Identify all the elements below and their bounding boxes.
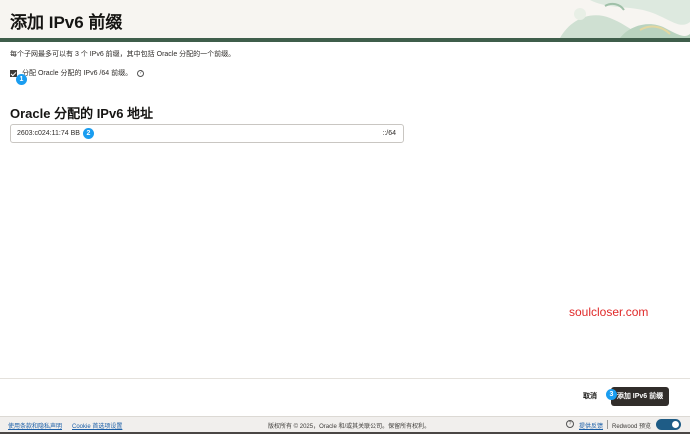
footer-help-icon[interactable]: ? (566, 420, 574, 428)
add-ipv6-prefix-button[interactable]: 添加 IPv6 前缀 (611, 387, 669, 406)
section-title: Oracle 分配的 IPv6 地址 (10, 106, 154, 121)
cancel-button[interactable]: 取消 (575, 390, 605, 404)
assign-oracle-prefix-label: 分配 Oracle 分配的 IPv6 /64 前缀。 (22, 70, 133, 77)
footer-separator (607, 420, 608, 429)
ipv6-address-value: 2603:c024:11:74 BB (17, 130, 80, 137)
step-badge-3: 3 (606, 389, 617, 400)
cookie-preferences-link[interactable]: Cookie 首选项设置 (72, 421, 122, 430)
step-badge-1: 1 (16, 74, 27, 85)
decorative-header-art (560, 0, 690, 38)
watermark-text: soulcloser.com (569, 305, 649, 319)
redwood-preview-toggle[interactable] (656, 419, 681, 430)
redwood-preview-label: Redwood 预览 (612, 424, 652, 430)
footer-bar: 使用条款和隐私声明 Cookie 首选项设置 版权所有 © 2025，Oracl… (0, 416, 690, 432)
page-title: 添加 IPv6 前缀 (10, 13, 123, 32)
step-badge-2: 2 (83, 128, 94, 139)
feedback-link[interactable]: 提供反馈 (579, 421, 603, 430)
ipv6-address-suffix: ::/64 (382, 130, 396, 137)
prefix-description: 每个子网最多可以有 3 个 IPv6 前缀，其中包括 Oracle 分配的一个前… (10, 51, 236, 58)
ipv6-address-input[interactable]: 2603:c024:11:74 BB ::/64 (10, 124, 404, 143)
assign-oracle-prefix-row[interactable]: 分配 Oracle 分配的 IPv6 /64 前缀。 ? (10, 68, 145, 78)
header-accent-bar (0, 38, 690, 42)
copyright-text: 版权所有 © 2025，Oracle 和/或其关联公司。保留所有权利。 (268, 424, 431, 430)
page-header: 添加 IPv6 前缀 (0, 0, 690, 38)
help-icon[interactable]: ? (137, 69, 145, 77)
action-divider (0, 378, 690, 379)
terms-privacy-link[interactable]: 使用条款和隐私声明 (8, 421, 62, 430)
